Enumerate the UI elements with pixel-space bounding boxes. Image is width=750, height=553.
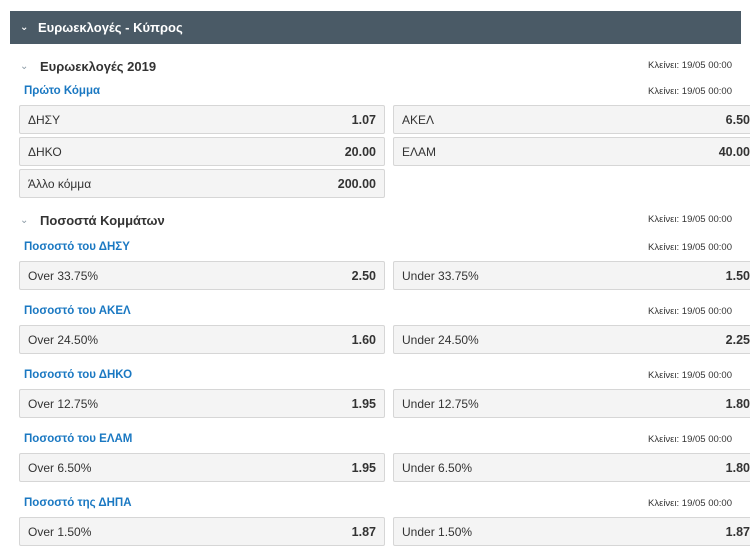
odds-label: Over 1.50%	[28, 524, 92, 539]
category-title: Ευρωεκλογές - Κύπρος	[38, 20, 183, 35]
odds-button[interactable]: ΕΛΑΜ 40.00	[393, 137, 750, 166]
odds-button[interactable]: Under 6.50% 1.80	[393, 453, 750, 482]
odds-label: Over 24.50%	[28, 332, 99, 347]
section-title: Ποσοστά Κομμάτων	[40, 212, 165, 228]
odds-button[interactable]: Over 6.50% 1.95	[19, 453, 385, 482]
chevron-down-icon: ⌄	[20, 60, 29, 72]
odds-label: Under 24.50%	[402, 332, 479, 347]
odds-value: 6.50	[725, 112, 750, 127]
market-closes: Κλείνει: 19/05 00:00	[648, 497, 732, 509]
market-title: Ποσοστό του ΔΗΚΟ	[24, 369, 133, 381]
section-header-euroelections[interactable]: ⌄ Ευρωεκλογές 2019 Κλείνει: 19/05 00:00	[20, 56, 732, 76]
odds-value: 2.25	[725, 332, 750, 347]
odds-button[interactable]: Over 24.50% 1.60	[19, 325, 385, 354]
odds-label: Under 12.75%	[402, 396, 479, 411]
chevron-down-icon: ⌄	[20, 214, 29, 226]
market-header: Ποσοστό του ΕΛΑΜ Κλείνει: 19/05 00:00	[24, 431, 732, 447]
odds-button[interactable]: Άλλο κόμμα 200.00	[19, 169, 385, 198]
odds-value: 200.00	[337, 176, 376, 191]
odds-value: 1.50	[725, 268, 750, 283]
odds-label: Over 12.75%	[28, 396, 99, 411]
odds-button[interactable]: Under 33.75% 1.50	[393, 261, 750, 290]
market-header: Ποσοστό της ΔΗΠΑ Κλείνει: 19/05 00:00	[24, 495, 732, 511]
market-title: Ποσοστό του ΕΛΑΜ	[24, 433, 133, 445]
odds-value: 1.80	[725, 396, 750, 411]
section-header-party-percentages[interactable]: ⌄ Ποσοστά Κομμάτων Κλείνει: 19/05 00:00	[20, 210, 732, 230]
market-closes: Κλείνει: 19/05 00:00	[648, 241, 732, 253]
odds-value: 1.60	[351, 332, 376, 347]
odds-button[interactable]: Under 12.75% 1.80	[393, 389, 750, 418]
market-title: Ποσοστό του ΑΚΕΛ	[24, 305, 131, 317]
odds-label: Under 1.50%	[402, 524, 473, 539]
market-closes: Κλείνει: 19/05 00:00	[648, 433, 732, 445]
market-closes: Κλείνει: 19/05 00:00	[648, 85, 732, 97]
odds-label: Under 33.75%	[402, 268, 479, 283]
odds-button[interactable]: ΑΚΕΛ 6.50	[393, 105, 750, 134]
market-header: Ποσοστό του ΔΗΚΟ Κλείνει: 19/05 00:00	[24, 367, 732, 383]
market-closes: Κλείνει: 19/05 00:00	[648, 369, 732, 381]
market-header: Ποσοστό του ΑΚΕΛ Κλείνει: 19/05 00:00	[24, 303, 732, 319]
odds-value: 1.07	[351, 112, 376, 127]
category-header[interactable]: ⌄ Ευρωεκλογές - Κύπρος	[10, 11, 741, 44]
market-title: Ποσοστό του ΔΗΣΥ	[24, 241, 130, 253]
odds-value: 1.87	[725, 524, 750, 539]
odds-label: Under 6.50%	[402, 460, 473, 475]
odds-label: ΑΚΕΛ	[402, 112, 435, 127]
market-title: Πρώτο Κόμμα	[24, 85, 101, 97]
chevron-down-icon: ⌄	[20, 22, 29, 33]
odds-button[interactable]: Over 12.75% 1.95	[19, 389, 385, 418]
odds-value: 1.80	[725, 460, 750, 475]
odds-label: Over 6.50%	[28, 460, 92, 475]
odds-label: Over 33.75%	[28, 268, 99, 283]
section-closes: Κλείνει: 19/05 00:00	[648, 214, 732, 225]
market-title: Ποσοστό της ΔΗΠΑ	[24, 497, 132, 509]
odds-label: ΔΗΣΥ	[28, 112, 61, 127]
odds-value: 40.00	[718, 144, 750, 159]
section-title: Ευρωεκλογές 2019	[40, 58, 157, 74]
odds-button[interactable]: ΔΗΣΥ 1.07	[19, 105, 385, 134]
odds-value: 2.50	[351, 268, 376, 283]
market-header: Ποσοστό του ΔΗΣΥ Κλείνει: 19/05 00:00	[24, 239, 732, 255]
odds-label: Άλλο κόμμα	[28, 176, 92, 191]
odds-label: ΔΗΚΟ	[28, 144, 62, 159]
odds-value: 20.00	[344, 144, 376, 159]
odds-label: ΕΛΑΜ	[402, 144, 437, 159]
odds-button[interactable]: Over 33.75% 2.50	[19, 261, 385, 290]
odds-value: 1.87	[351, 524, 376, 539]
odds-button[interactable]: Under 24.50% 2.25	[393, 325, 750, 354]
odds-button[interactable]: Under 1.50% 1.87	[393, 517, 750, 546]
odds-value: 1.95	[351, 460, 376, 475]
market-closes: Κλείνει: 19/05 00:00	[648, 305, 732, 317]
section-closes: Κλείνει: 19/05 00:00	[648, 60, 732, 71]
odds-button[interactable]: Over 1.50% 1.87	[19, 517, 385, 546]
odds-value: 1.95	[351, 396, 376, 411]
odds-button[interactable]: ΔΗΚΟ 20.00	[19, 137, 385, 166]
market-header-first-party: Πρώτο Κόμμα Κλείνει: 19/05 00:00	[24, 83, 732, 99]
